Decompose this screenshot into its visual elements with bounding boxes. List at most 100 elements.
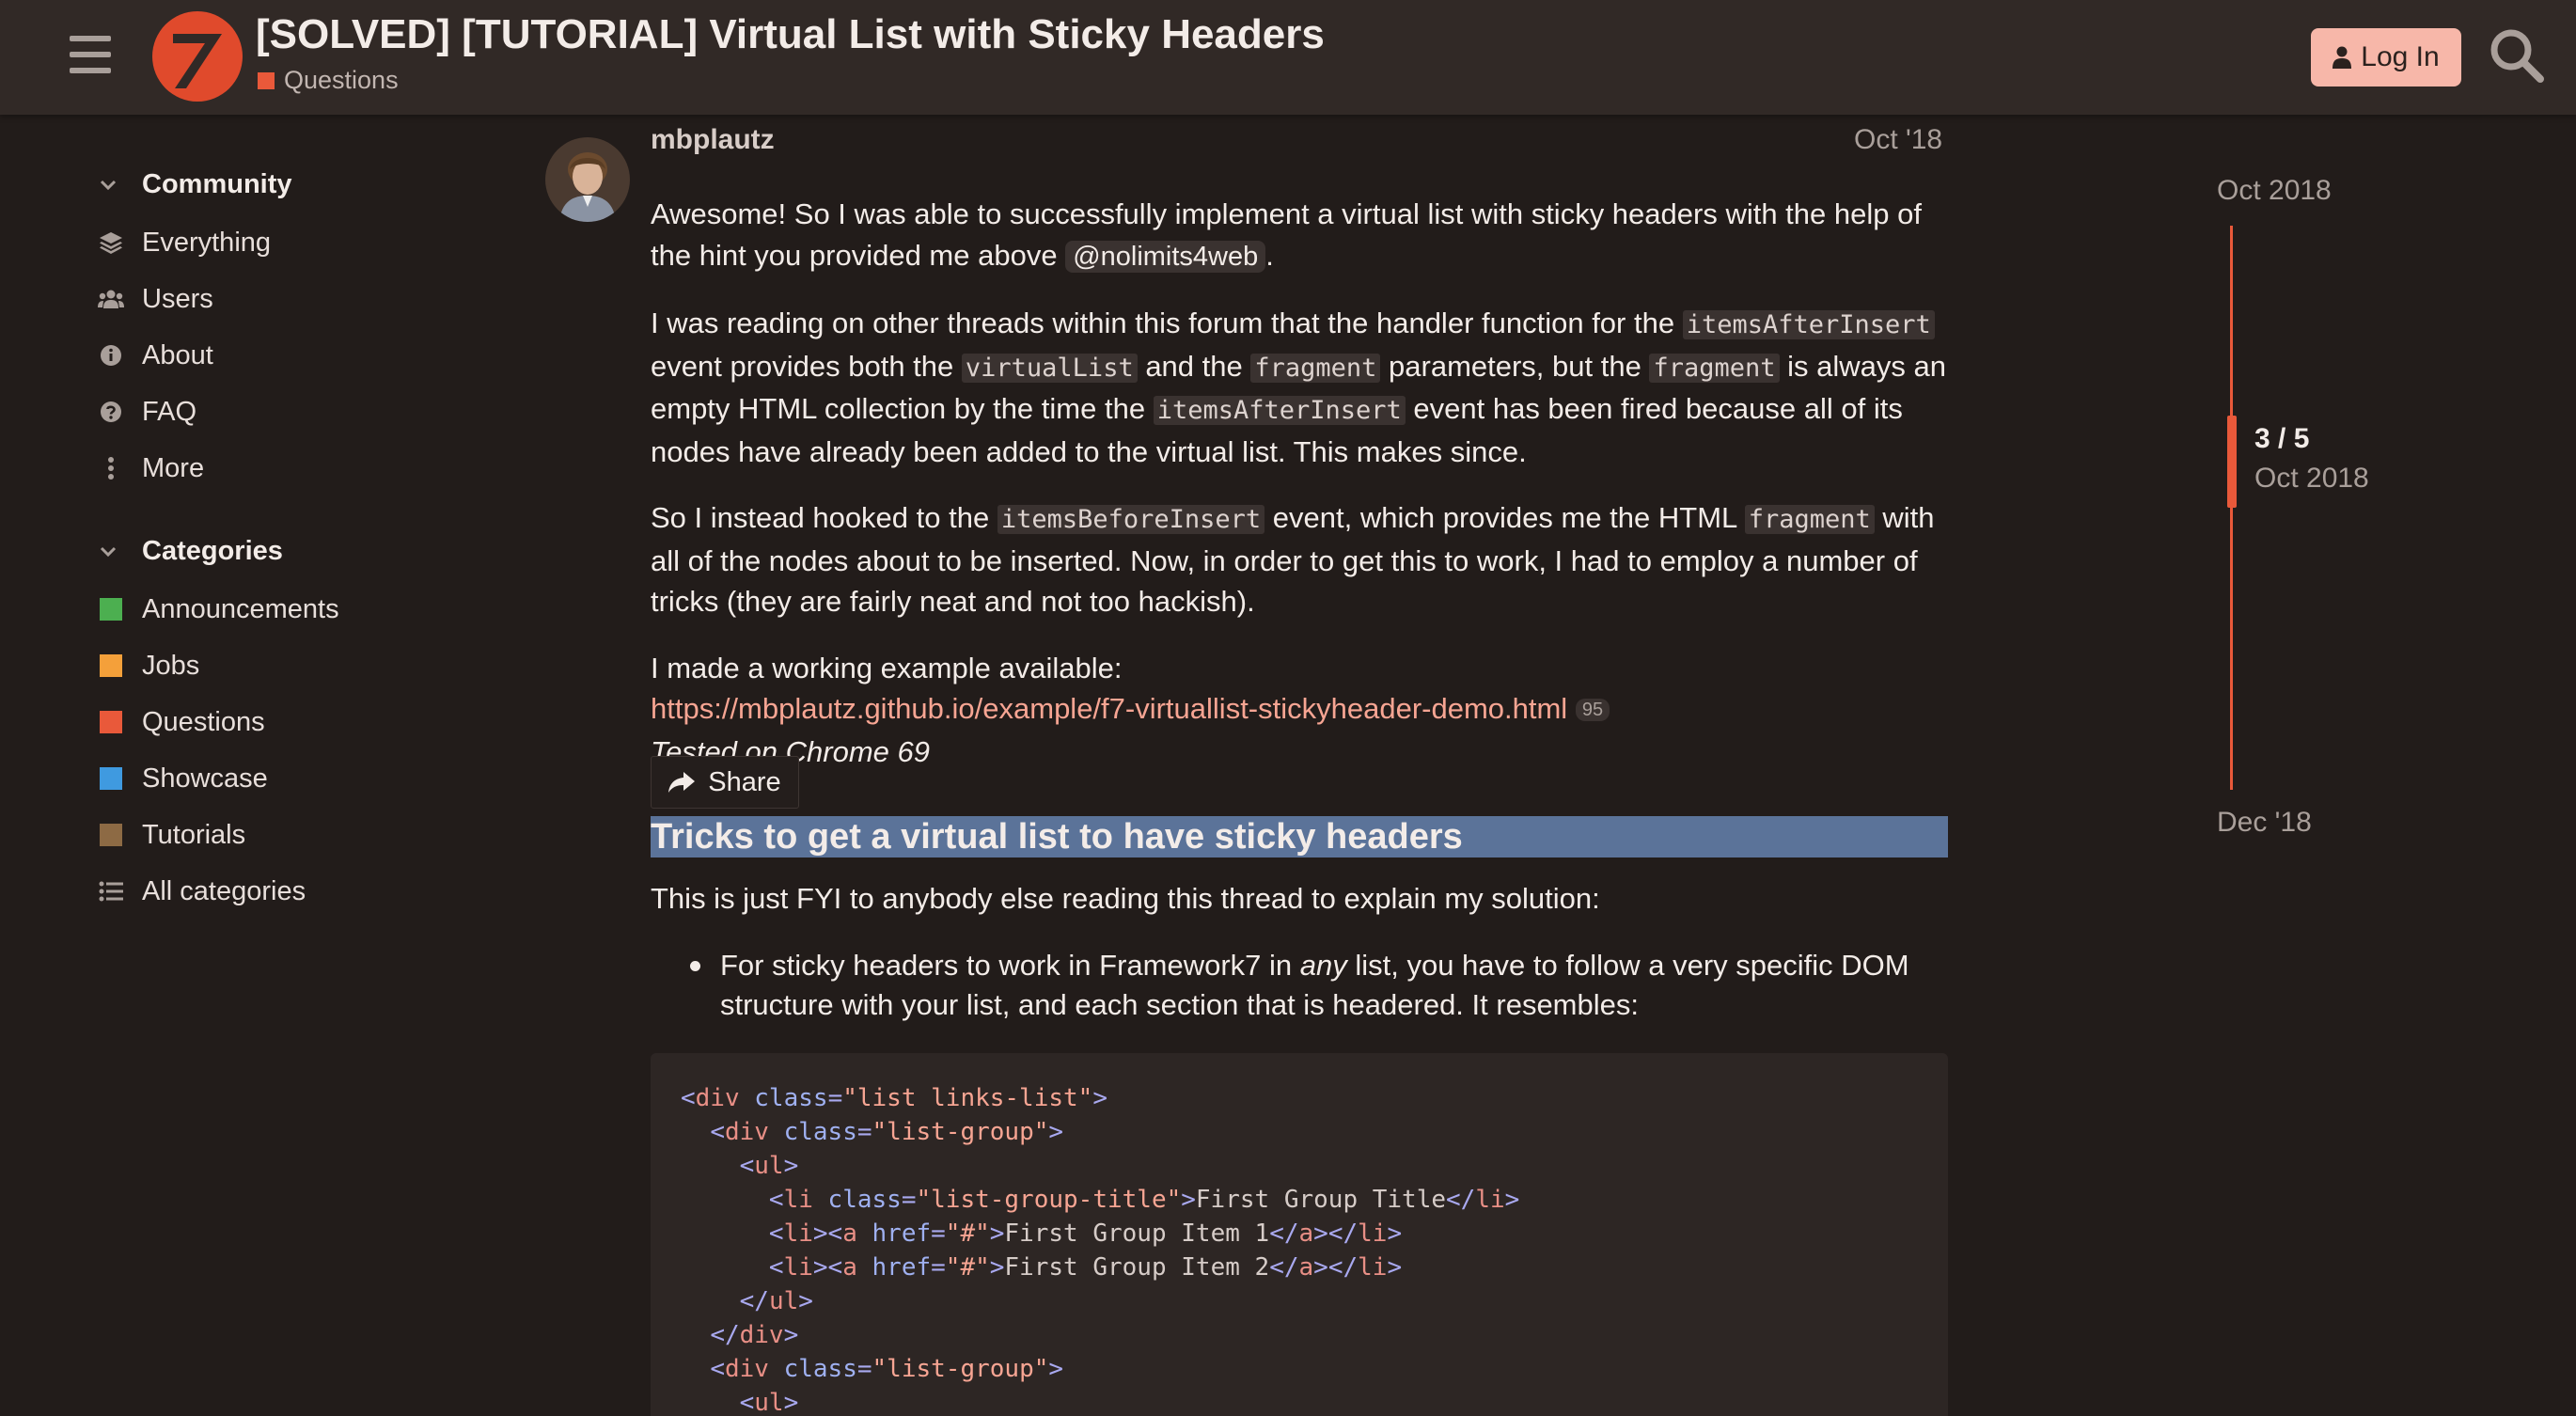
- post-paragraph-3: So I instead hooked to the itemsBeforeIn…: [651, 497, 1948, 622]
- paragraph-text: So I instead hooked to the: [651, 501, 997, 534]
- paragraph-text: I made a working example available:: [651, 651, 1123, 684]
- sidebar-item-more[interactable]: More: [98, 448, 204, 489]
- code-line: <div class="list links-list">: [681, 1084, 1107, 1112]
- post-paragraph-fyi: This is just FYI to anybody else reading…: [651, 882, 1600, 915]
- sidebar-item-label: Users: [142, 283, 213, 314]
- sidebar-item-label: FAQ: [142, 396, 197, 427]
- layers-icon: [100, 232, 122, 254]
- sidebar-all-categories[interactable]: All categories: [98, 871, 306, 912]
- sidebar: Community Everything Users About FAQ Mor…: [0, 115, 526, 1416]
- sidebar-item-label: About: [142, 339, 213, 370]
- category-color-square: [100, 654, 122, 677]
- inline-code: itemsBeforeInsert: [997, 505, 1265, 534]
- code-line: <ul>: [739, 1389, 799, 1416]
- post-paragraph-2: I was reading on other threads within th…: [651, 303, 1948, 472]
- hamburger-icon[interactable]: [70, 36, 111, 73]
- post-heading-selected: Tricks to get a virtual list to have sti…: [651, 816, 1948, 857]
- tested-note: Tested on Chrome 69: [651, 734, 930, 768]
- post-paragraph-4: I made a working example available: http…: [651, 648, 1948, 773]
- link-click-count: 95: [1575, 699, 1610, 722]
- topic-category-label: Questions: [284, 66, 399, 94]
- paragraph-text: Awesome! So I was able to successfully i…: [651, 197, 1922, 272]
- bullet-dot: [690, 961, 700, 971]
- chevron-down-icon: [100, 546, 117, 557]
- code-line: <div class="list-group">: [710, 1355, 1064, 1383]
- login-button[interactable]: Log In: [2311, 28, 2461, 87]
- paragraph-text: I was reading on other threads within th…: [651, 307, 1683, 339]
- ellipsis-vertical-icon: [108, 457, 114, 480]
- list-item-text: For sticky headers to work in Framework7…: [720, 949, 1300, 982]
- list-item-emphasis: any: [1299, 949, 1347, 982]
- code-block: <div class="list links-list"> <div class…: [651, 1053, 1948, 1416]
- sidebar-section-community[interactable]: Community: [98, 169, 292, 200]
- user-mention[interactable]: @nolimits4web: [1065, 240, 1266, 273]
- sidebar-category-jobs[interactable]: Jobs: [98, 645, 199, 686]
- code-line: <ul>: [739, 1152, 799, 1180]
- sidebar-category-showcase[interactable]: Showcase: [98, 758, 268, 799]
- sidebar-item-label: All categories: [142, 875, 306, 906]
- inline-code: fragment: [1649, 353, 1780, 383]
- topic-title[interactable]: [SOLVED] [TUTORIAL] Virtual List with St…: [256, 11, 1325, 58]
- inline-code: virtualList: [961, 353, 1138, 383]
- paragraph-text: .: [1265, 238, 1274, 272]
- code-line: <li><a href="#">First Group Item 1</a></…: [768, 1219, 1403, 1248]
- paragraph-text: and the: [1137, 349, 1251, 383]
- sidebar-category-label: Tutorials: [142, 819, 246, 850]
- post-body: Awesome! So I was able to successfully i…: [651, 194, 1948, 772]
- post-paragraph-1: Awesome! So I was able to successfully i…: [651, 194, 1948, 277]
- sidebar-category-label: Showcase: [142, 763, 268, 794]
- share-label: Share: [708, 766, 781, 797]
- list-icon: [99, 881, 123, 902]
- site-header: [SOLVED] [TUTORIAL] Virtual List with St…: [0, 0, 2576, 115]
- timeline-scroll-handle[interactable]: [2227, 416, 2237, 508]
- question-icon: [101, 401, 121, 422]
- sidebar-item-about[interactable]: About: [98, 335, 213, 376]
- paragraph-text: parameters, but the: [1380, 349, 1650, 383]
- sidebar-section-categories[interactable]: Categories: [98, 536, 283, 567]
- share-icon: [668, 772, 696, 793]
- code-line: </ul>: [739, 1287, 813, 1315]
- category-color-square: [100, 767, 122, 790]
- sidebar-item-faq[interactable]: FAQ: [98, 391, 196, 433]
- framework7-logo[interactable]: [150, 9, 244, 103]
- paragraph-text: event provides both the: [651, 349, 962, 383]
- timeline-start-date[interactable]: Oct 2018: [2217, 175, 2332, 207]
- info-icon: [101, 345, 121, 366]
- sidebar-category-questions[interactable]: Questions: [98, 701, 265, 743]
- code-line: </div>: [710, 1321, 799, 1349]
- search-icon[interactable]: [2486, 24, 2548, 87]
- example-link[interactable]: https://mbplautz.github.io/example/f7-vi…: [651, 692, 1567, 725]
- paragraph-text: event, which provides me the HTML: [1264, 501, 1745, 534]
- category-color-square: [100, 824, 122, 846]
- category-color-square: [258, 71, 275, 89]
- sidebar-section-label: Community: [142, 169, 292, 199]
- category-color-square: [100, 711, 122, 733]
- timeline-track: [2230, 226, 2233, 790]
- category-color-square: [100, 598, 122, 621]
- users-icon: [98, 290, 124, 308]
- inline-code: itemsAfterInsert: [1153, 396, 1406, 425]
- sidebar-category-tutorials[interactable]: Tutorials: [98, 814, 245, 856]
- code-line: <div class="list-group">: [710, 1118, 1064, 1146]
- post-author-username[interactable]: mbplautz: [651, 124, 775, 156]
- sidebar-item-users[interactable]: Users: [98, 278, 213, 320]
- share-button[interactable]: Share: [651, 756, 799, 809]
- inline-code: fragment: [1744, 505, 1875, 534]
- code-line: <li class="list-group-title">First Group…: [768, 1186, 1520, 1214]
- inline-code: itemsAfterInsert: [1682, 310, 1935, 339]
- post-date[interactable]: Oct '18: [1854, 124, 1942, 156]
- sidebar-item-everything[interactable]: Everything: [98, 222, 271, 263]
- sidebar-category-announcements[interactable]: Announcements: [98, 589, 339, 630]
- sidebar-item-label: More: [142, 452, 205, 483]
- chevron-down-icon: [100, 180, 117, 190]
- sidebar-category-label: Questions: [142, 706, 265, 737]
- sidebar-category-label: Jobs: [142, 650, 200, 681]
- login-label: Log In: [2361, 41, 2440, 72]
- list-item: For sticky headers to work in Framework7…: [720, 946, 1942, 1025]
- timeline-end-date[interactable]: Dec '18: [2217, 807, 2312, 839]
- sidebar-category-label: Announcements: [142, 593, 339, 624]
- sidebar-item-label: Everything: [142, 227, 272, 258]
- inline-code: fragment: [1250, 353, 1381, 383]
- avatar[interactable]: [545, 137, 630, 222]
- topic-category-badge[interactable]: Questions: [258, 66, 399, 95]
